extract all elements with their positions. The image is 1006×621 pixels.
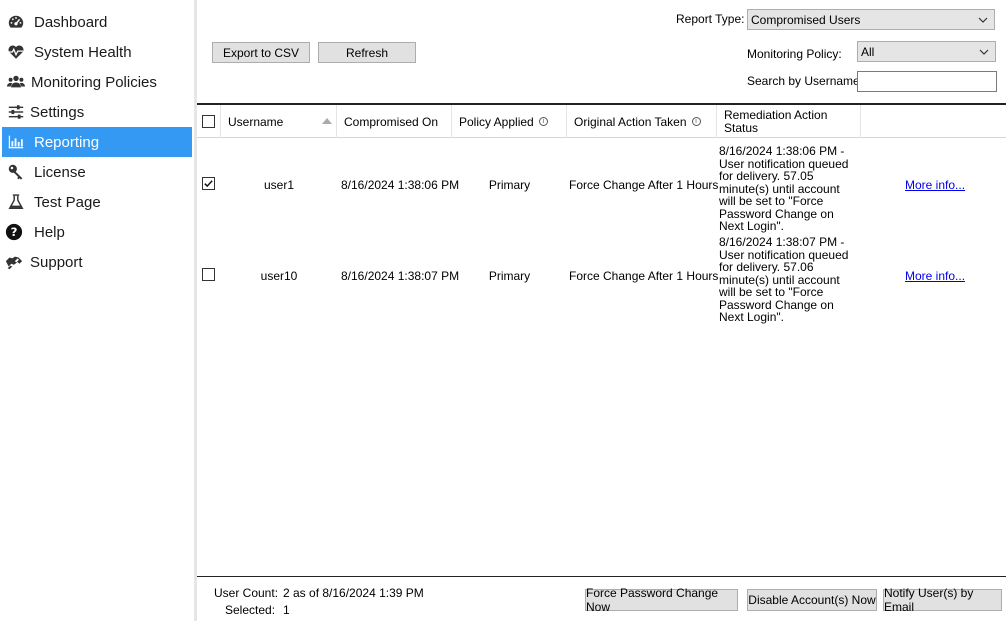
row-checkbox[interactable] [202, 177, 215, 190]
sidebar-item-test-page[interactable]: Test Page [2, 187, 192, 217]
column-header-remediation-status-label: Remediation Action Status [724, 107, 828, 135]
remediation-status-cell: 8/16/2024 1:38:07 PM - User notification… [719, 235, 849, 324]
sidebar-item-label: License [34, 163, 86, 181]
sidebar-item-reporting[interactable]: Reporting [2, 127, 192, 157]
original-action-cell: Force Change After 1 Hours [569, 178, 719, 192]
sidebar-item-label: System Health [34, 43, 132, 61]
user-count-value: 2 as of 8/16/2024 1:39 PM [283, 586, 424, 600]
sidebar-item-license[interactable]: License [2, 157, 192, 187]
username-cell: user1 [263, 178, 295, 192]
sidebar-item-support[interactable]: Support [2, 247, 192, 277]
more-info-link[interactable]: More info... [905, 269, 965, 283]
username-cell: user10 [260, 269, 298, 283]
select-all-checkbox[interactable] [202, 115, 215, 128]
policy-applied-cell: Primary [488, 178, 531, 192]
sliders-icon [5, 101, 27, 123]
column-header-remediation-status[interactable]: Remediation Action Status [717, 105, 861, 138]
export-csv-button[interactable]: Export to CSV [212, 42, 310, 63]
column-header-original-action[interactable]: Original Action Taken i [567, 105, 717, 138]
chevron-down-icon [978, 17, 988, 23]
monitoring-policy-label: Monitoring Policy: [747, 47, 842, 61]
sidebar-item-dashboard[interactable]: Dashboard [2, 7, 192, 37]
reporting-panel: Export to CSV Refresh Report Type: Compr… [197, 0, 1006, 621]
remediation-status-cell: 8/16/2024 1:38:06 PM - User notification… [719, 144, 849, 233]
question-circle-icon: ? [3, 221, 25, 243]
selected-label: Selected: [225, 603, 276, 617]
monitoring-policy-dropdown[interactable]: All [857, 41, 996, 62]
flask-icon [5, 191, 27, 213]
sidebar-item-label: Help [34, 223, 65, 241]
info-icon[interactable]: i [538, 117, 548, 126]
original-action-cell: Force Change After 1 Hours [569, 269, 719, 283]
sidebar-item-label: Test Page [34, 193, 101, 211]
checkmark-icon [204, 180, 213, 188]
monitoring-policy-value: All [861, 44, 875, 59]
chevron-down-icon [979, 49, 989, 55]
compromised-on-cell: 8/16/2024 1:38:07 PM [341, 269, 460, 283]
column-header-username-label: Username [228, 114, 284, 129]
report-type-value: Compromised Users [751, 12, 861, 27]
sidebar: Dashboard System Health Monitoring Polic… [0, 0, 196, 621]
column-header-more-info [861, 105, 1006, 138]
bar-chart-icon [5, 131, 27, 153]
sidebar-item-label: Support [30, 253, 83, 271]
more-info-link[interactable]: More info... [905, 178, 965, 192]
sidebar-item-system-health[interactable]: System Health [2, 37, 192, 67]
refresh-button[interactable]: Refresh [318, 42, 416, 63]
disable-accounts-button[interactable]: Disable Account(s) Now [747, 589, 877, 611]
sidebar-item-label: Monitoring Policies [31, 73, 157, 91]
sidebar-item-label: Dashboard [34, 13, 108, 31]
heartbeat-icon [5, 41, 27, 63]
sidebar-item-label: Settings [30, 103, 85, 121]
dashboard-gauge-icon [5, 11, 27, 33]
header-select-all-cell [197, 105, 221, 138]
svg-text:?: ? [11, 225, 18, 239]
sidebar-item-settings[interactable]: Settings [2, 97, 192, 127]
column-header-policy-applied[interactable]: Policy Applied i [452, 105, 567, 138]
sidebar-item-help[interactable]: ? Help [2, 217, 192, 247]
compromised-on-cell: 8/16/2024 1:38:06 PM [341, 178, 460, 192]
policy-applied-cell: Primary [488, 269, 531, 283]
handshake-icon [3, 251, 25, 273]
notify-users-email-button[interactable]: Notify User(s) by Email [883, 586, 1002, 614]
report-type-dropdown[interactable]: Compromised Users [747, 9, 995, 30]
column-header-compromised-on-label: Compromised On [344, 114, 439, 129]
footer-divider [197, 576, 1006, 577]
info-icon[interactable]: i [691, 117, 701, 126]
row-checkbox[interactable] [202, 268, 215, 281]
search-username-label: Search by Username: [747, 74, 864, 88]
sidebar-item-label: Reporting [34, 133, 100, 151]
users-group-icon [5, 71, 27, 93]
grid-header: Username Compromised On Policy Applied i… [197, 105, 1006, 138]
selected-count-value: 1 [283, 603, 290, 617]
search-username-input[interactable] [857, 71, 997, 92]
sidebar-item-monitoring-policies[interactable]: Monitoring Policies [2, 67, 192, 97]
column-header-username[interactable]: Username [221, 105, 337, 138]
column-header-compromised-on[interactable]: Compromised On [337, 105, 452, 138]
key-icon [5, 161, 27, 183]
report-type-label: Report Type: [676, 12, 745, 26]
force-password-change-button[interactable]: Force Password Change Now [585, 586, 738, 614]
user-count-label: User Count: [214, 586, 279, 600]
sort-ascending-icon [322, 118, 332, 124]
column-header-original-action-label: Original Action Taken [574, 114, 687, 129]
column-header-policy-applied-label: Policy Applied [459, 114, 534, 129]
